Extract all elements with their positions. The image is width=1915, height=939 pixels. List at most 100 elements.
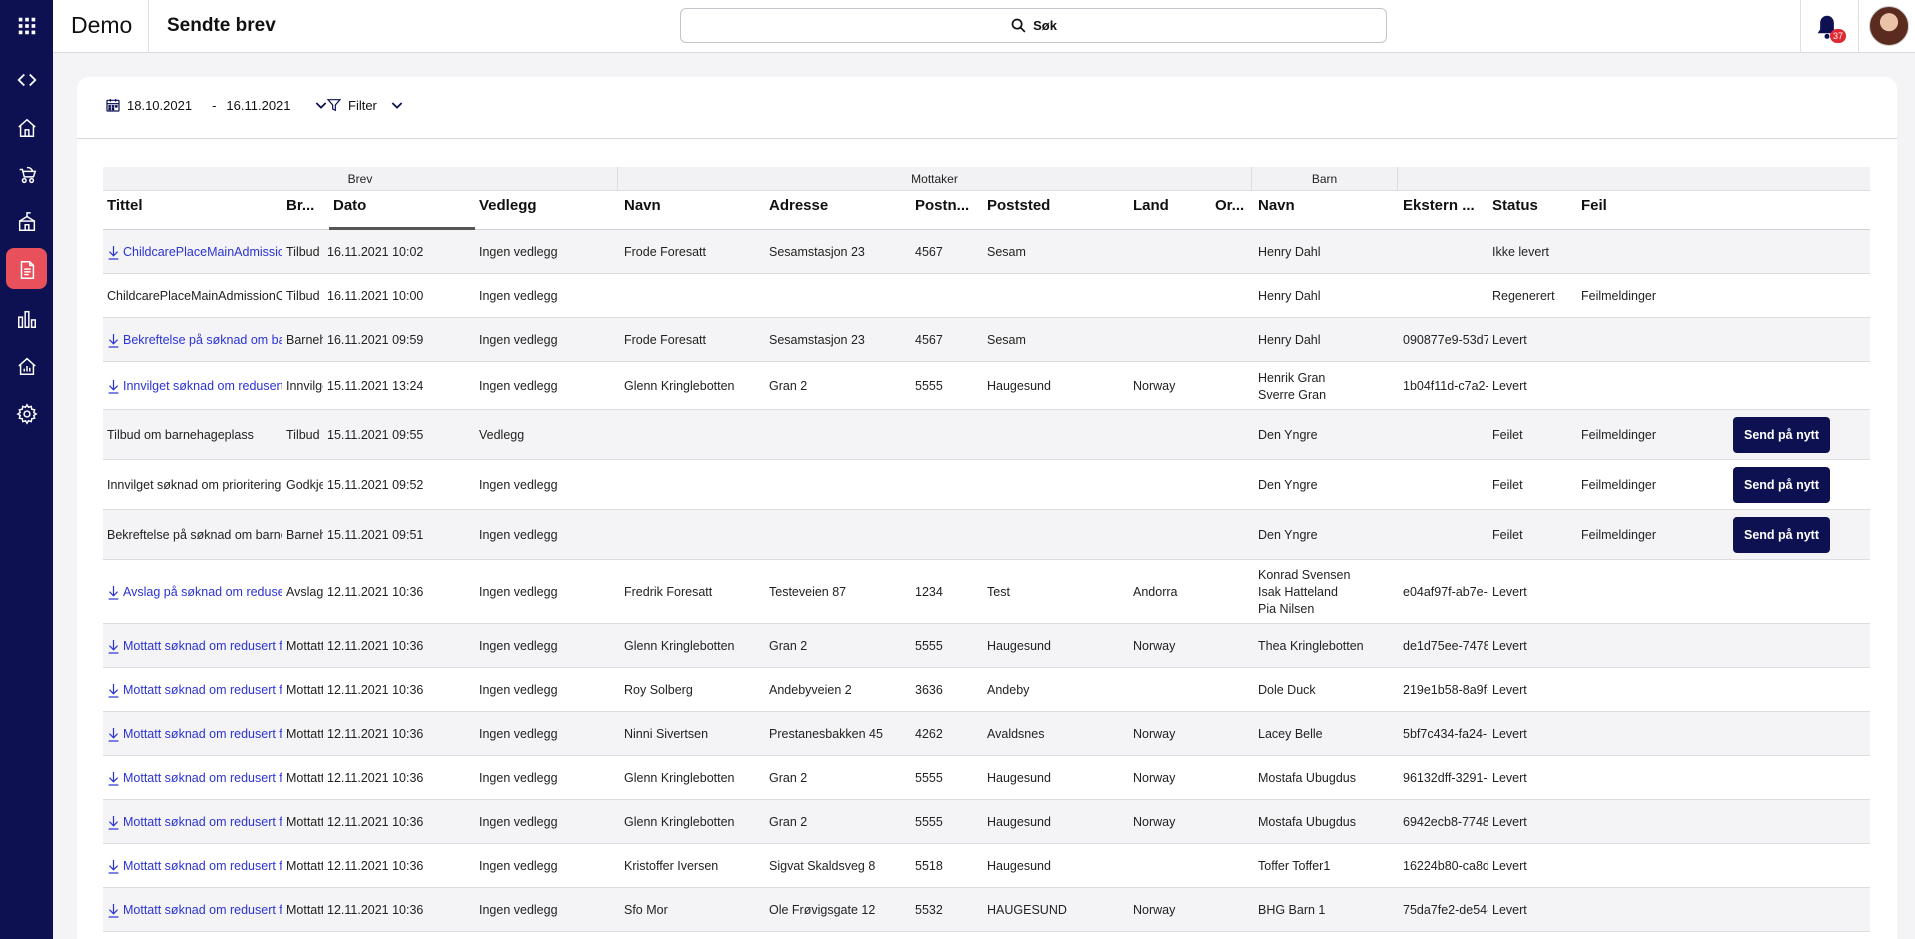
filter-button[interactable]: Filter xyxy=(326,97,405,113)
table-row[interactable]: Mottatt søknad om redusert foreldrebetal… xyxy=(103,624,1870,668)
resend-button[interactable]: Send på nytt xyxy=(1733,517,1830,553)
cell-postnr: 4567 xyxy=(915,333,943,347)
table-row[interactable]: Mottatt søknad om redusert foreldrebetal… xyxy=(103,756,1870,800)
code-brackets-icon[interactable] xyxy=(0,60,53,100)
resend-button[interactable]: Send på nytt xyxy=(1733,417,1830,453)
column-header-land[interactable]: Land xyxy=(1129,191,1211,230)
letter-title[interactable]: Mottatt søknad om redusert foreldrebetal… xyxy=(123,859,282,873)
cell-vedlegg: Ingen vedlegg xyxy=(479,903,558,917)
resend-button[interactable]: Send på nytt xyxy=(1733,467,1830,503)
date-to[interactable]: 16.11.2021 xyxy=(226,98,290,113)
letter-download-link[interactable]: Innvilget søknad om redusert foreldrebet… xyxy=(103,362,282,410)
cell-feil[interactable]: Feilmeldinger xyxy=(1577,460,1722,510)
house-chart-icon[interactable] xyxy=(0,346,53,386)
table-row[interactable]: ChildcarePlaceMainAdmissionOffer Tilbud o… xyxy=(103,230,1870,274)
table-row[interactable]: Tilbud om barnehageplass Tilbud om barneh… xyxy=(103,410,1870,460)
cell-tittel: Innvilget søknad om prioritering xyxy=(107,478,282,492)
table-row[interactable]: Avslag på søknad om redusert foreldrebet… xyxy=(103,560,1870,624)
letter-download-link[interactable]: Mottatt søknad om redusert foreldrebetal… xyxy=(103,800,282,844)
table-row[interactable]: Mottatt søknad om redusert foreldrebetal… xyxy=(103,800,1870,844)
letter-download-link[interactable]: Mottatt søknad om redusert foreldrebetal… xyxy=(103,844,282,888)
table-row[interactable]: ChildcarePlaceMainAdmissionOffer Tilbud o… xyxy=(103,274,1870,318)
table-row[interactable]: Mottatt søknad om redusert foreldrebetal… xyxy=(103,712,1870,756)
letter-download-link[interactable]: Mottatt søknad om redusert foreldrebetal… xyxy=(103,888,282,932)
cell-navn: Sfo Mor xyxy=(624,903,668,917)
cell-status: Levert xyxy=(1492,333,1527,347)
column-group-row: Brev Mottaker Barn xyxy=(103,167,1870,191)
table-row[interactable]: Mottatt søknad om redusert foreldrebetal… xyxy=(103,888,1870,932)
letter-title[interactable]: Mottatt søknad om redusert foreldrebetal… xyxy=(123,727,282,741)
table-row[interactable]: Bekreftelse på søknad om barnehageplass B… xyxy=(103,510,1870,560)
cell-feil[interactable]: Feilmeldinger xyxy=(1577,510,1722,560)
letters-icon[interactable] xyxy=(0,248,53,290)
cell-postnr: 5518 xyxy=(915,859,943,873)
letter-title[interactable]: Mottatt søknad om redusert foreldrebetal… xyxy=(123,683,282,697)
letter-download-link[interactable]: Mottatt søknad om redusert foreldrebetal… xyxy=(103,624,282,668)
cell-land: Norway xyxy=(1133,639,1176,653)
column-header-feil[interactable]: Feil xyxy=(1577,191,1722,230)
cell-adresse: Ole Frøvigsgate 12 xyxy=(769,903,876,917)
cell-brevtype: Mottatt xyxy=(286,639,323,653)
letter-title[interactable]: Mottatt søknad om redusert foreldrebetal… xyxy=(123,815,282,829)
cell-barn: Den Yngre xyxy=(1254,410,1399,460)
cell-land xyxy=(1129,274,1211,318)
letter-title[interactable]: Mottatt søknad om redusert foreldrebetal… xyxy=(123,771,282,785)
column-header-poststed[interactable]: Poststed xyxy=(983,191,1129,230)
apps-grid-icon[interactable] xyxy=(0,6,53,46)
letter-download-link[interactable]: Mottatt søknad om redusert foreldrebetal… xyxy=(103,712,282,756)
column-header-postnr[interactable]: Postn... xyxy=(911,191,983,230)
letter-title[interactable]: Bekreftelse på søknad om barnehageplass xyxy=(123,333,282,347)
table-row[interactable]: Bekreftelse på søknad om barnehageplass B… xyxy=(103,318,1870,362)
column-header-brevtype[interactable]: Br... xyxy=(282,191,323,230)
column-header-vedlegg[interactable]: Vedlegg xyxy=(475,191,620,230)
gear-icon[interactable] xyxy=(0,394,53,434)
search-input[interactable]: Søk xyxy=(680,8,1387,43)
date-range-picker[interactable]: 18.10.2021 - 16.11.2021 xyxy=(105,97,329,113)
cell-barn: Konrad Svensen Isak Hatteland Pia Nilsen xyxy=(1254,560,1399,624)
home-icon[interactable] xyxy=(0,108,53,148)
table-row[interactable]: Innvilget søknad om prioritering Godkjent… xyxy=(103,460,1870,510)
letter-title[interactable]: Innvilget søknad om redusert foreldrebet… xyxy=(123,379,282,393)
column-header-org[interactable]: Or... xyxy=(1211,191,1254,230)
column-header-adresse[interactable]: Adresse xyxy=(765,191,910,230)
letter-download-link[interactable]: Bekreftelse på søknad om barnehageplass xyxy=(103,318,282,362)
page-title: Sendte brev xyxy=(167,15,276,36)
download-icon xyxy=(108,727,119,742)
column-header-tittel[interactable]: Tittel xyxy=(103,191,282,230)
cell-feil[interactable]: Feilmeldinger xyxy=(1577,410,1722,460)
column-header-navn[interactable]: Navn xyxy=(620,191,765,230)
letter-download-link[interactable]: ChildcarePlaceMainAdmissionOffer xyxy=(103,230,282,274)
cell-poststed: Sesam xyxy=(987,333,1026,347)
cell-adresse xyxy=(765,274,911,318)
column-header-status[interactable]: Status xyxy=(1488,191,1577,230)
cell-feil xyxy=(1577,712,1722,756)
column-header-dato[interactable]: Dato xyxy=(329,191,475,230)
cell-tittel: Tilbud om barnehageplass xyxy=(107,428,254,442)
table-row[interactable]: Mottatt søknad om redusert foreldrebetal… xyxy=(103,668,1870,712)
letter-download-link[interactable]: Mottatt søknad om redusert foreldrebetal… xyxy=(103,668,282,712)
letter-download-link[interactable]: Avslag på søknad om redusert foreldrebet… xyxy=(103,560,282,624)
table-row[interactable]: Mottatt søknad om redusert foreldrebetal… xyxy=(103,844,1870,888)
letter-title[interactable]: ChildcarePlaceMainAdmissionOffer xyxy=(123,245,282,259)
cell-postnr: 5555 xyxy=(915,379,943,393)
letter-title[interactable]: Mottatt søknad om redusert foreldrebetal… xyxy=(123,639,282,653)
cell-feil xyxy=(1577,800,1722,844)
cell-feil[interactable]: Feilmeldinger xyxy=(1577,274,1722,318)
letter-title[interactable]: Avslag på søknad om redusert foreldrebet… xyxy=(123,585,282,599)
stroller-icon[interactable] xyxy=(0,155,53,195)
cell-postnr: 5555 xyxy=(915,771,943,785)
column-header-barn-navn[interactable]: Navn xyxy=(1254,191,1399,230)
cell-adresse: Gran 2 xyxy=(769,771,808,785)
letter-title[interactable]: Mottatt søknad om redusert foreldrebetal… xyxy=(123,903,282,917)
cell-barn: Mostafa Ubugdus xyxy=(1254,756,1399,800)
avatar[interactable] xyxy=(1869,6,1909,46)
cell-ekstern: 6942ecb8-7748 xyxy=(1403,815,1488,829)
column-header-ekstern[interactable]: Ekstern ... xyxy=(1399,191,1488,230)
date-from[interactable]: 18.10.2021 xyxy=(127,98,192,113)
school-icon[interactable] xyxy=(0,202,53,242)
bar-chart-icon[interactable] xyxy=(0,299,53,339)
divider xyxy=(1800,0,1801,52)
table-row[interactable]: Innvilget søknad om redusert foreldrebet… xyxy=(103,362,1870,410)
letter-download-link[interactable]: Mottatt søknad om redusert foreldrebetal… xyxy=(103,756,282,800)
cell-ekstern: 16224b80-ca8d xyxy=(1403,859,1488,873)
